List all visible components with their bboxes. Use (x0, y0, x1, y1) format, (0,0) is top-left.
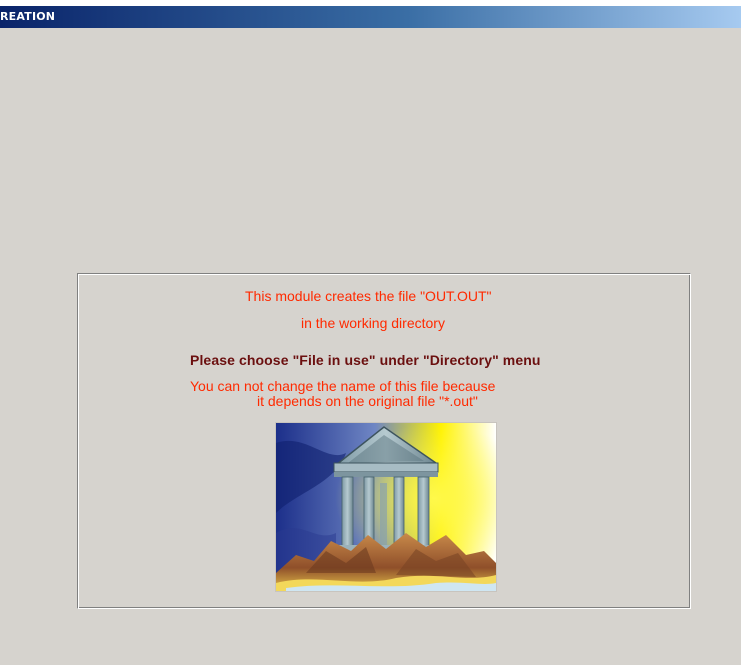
title-bar[interactable]: REATION (0, 6, 741, 28)
filename-note-line-1: You can not change the name of this file… (190, 378, 496, 394)
working-directory-line: in the working directory (301, 315, 445, 331)
greek-temple-image (275, 422, 497, 592)
instruction-text: Please choose "File in use" under "Direc… (190, 352, 541, 368)
window-title: REATION (0, 10, 56, 23)
info-panel: This module creates the file "OUT.OUT" i… (77, 273, 691, 609)
filename-note-line-2: it depends on the original file "*.out" (257, 393, 478, 409)
module-description-line: This module creates the file "OUT.OUT" (245, 288, 492, 304)
